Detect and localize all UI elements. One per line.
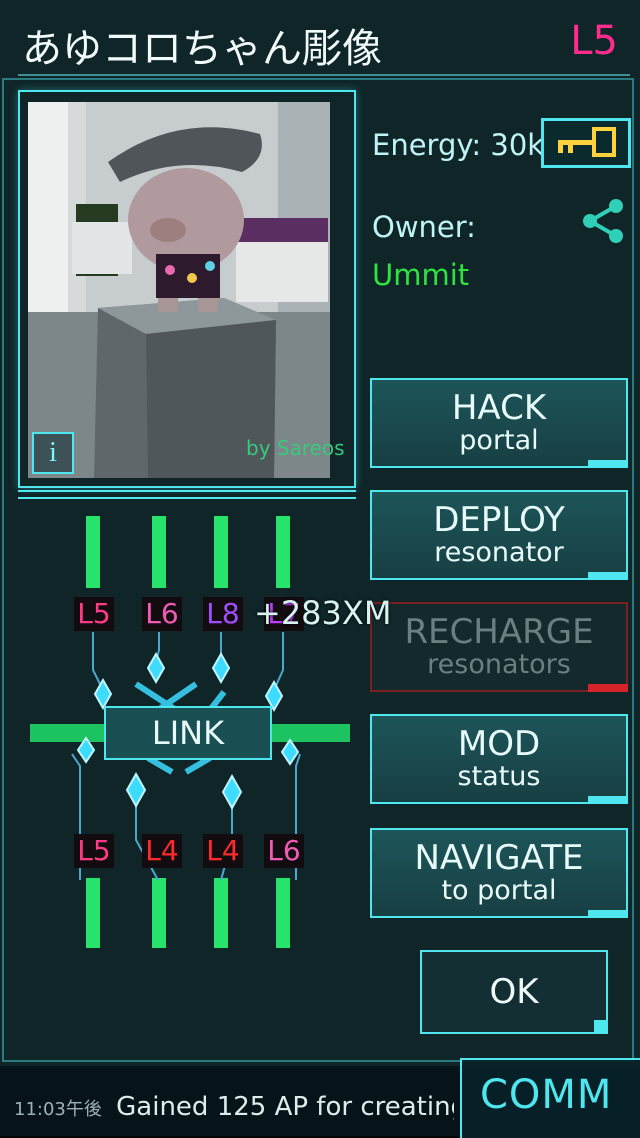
comm-tab-label: COMM — [480, 1072, 613, 1118]
key-button[interactable] — [541, 118, 631, 168]
recharge-button-sublabel: resonators — [427, 649, 571, 680]
hack-button-tab — [588, 460, 628, 468]
navigate-button-sublabel: to portal — [441, 875, 557, 906]
resonator-level-bottom-4: L6 — [264, 834, 304, 868]
comm-message[interactable]: 11:03午後 Gained 125 AP for creating a Res… — [14, 1092, 454, 1122]
mod-button[interactable]: MOD status — [370, 714, 628, 804]
owner-name[interactable]: Ummit — [372, 258, 469, 292]
deploy-button[interactable]: DEPLOY resonator — [370, 490, 628, 580]
mod-button-tab — [588, 796, 628, 804]
resonator-level-top-3: L8 — [203, 597, 243, 631]
comm-time: 11:03午後 — [14, 1099, 102, 1120]
ok-button-label: OK — [489, 972, 539, 1012]
xm-gain-notice: +283XM — [254, 594, 392, 632]
photo-underline — [18, 490, 356, 492]
ok-button[interactable]: OK — [420, 950, 608, 1034]
resonator-level-bottom-3: L4 — [203, 834, 243, 868]
title-divider — [18, 74, 630, 76]
portal-level: L5 — [570, 18, 618, 64]
portal-title: あゆコロちゃん彫像 — [22, 26, 382, 72]
resonator-level-top-1: L5 — [74, 597, 114, 631]
resonator-level-top-2: L6 — [142, 597, 182, 631]
portal-photo[interactable] — [28, 102, 330, 478]
deploy-button-tab — [588, 572, 628, 580]
deploy-button-sublabel: resonator — [434, 537, 564, 568]
recharge-button-label: RECHARGE — [404, 612, 594, 652]
navigate-button-label: NAVIGATE — [414, 838, 584, 878]
hack-button-label: HACK — [451, 388, 547, 428]
ok-button-tab — [594, 1020, 608, 1034]
hack-button-sublabel: portal — [459, 425, 539, 456]
photo-credit: by Sareos — [246, 436, 345, 460]
link-button[interactable]: LINK — [104, 706, 272, 760]
recharge-button[interactable]: RECHARGE resonators — [370, 602, 628, 692]
owner-label: Owner: — [372, 210, 476, 244]
resonator-level-bottom-2: L4 — [142, 834, 182, 868]
info-icon[interactable]: i — [32, 432, 74, 474]
hack-button[interactable]: HACK portal — [370, 378, 628, 468]
mod-button-label: MOD — [457, 724, 541, 764]
navigate-button[interactable]: NAVIGATE to portal — [370, 828, 628, 918]
share-icon[interactable] — [578, 196, 628, 246]
deploy-button-label: DEPLOY — [433, 500, 565, 540]
comm-text: Gained 125 AP for creating a Resonator — [116, 1092, 454, 1122]
photo-underline-secondary — [18, 497, 356, 499]
resonator-level-bottom-1: L5 — [74, 834, 114, 868]
recharge-button-tab — [588, 684, 628, 692]
portal-energy: Energy: 30k — [372, 128, 545, 162]
key-icon — [558, 127, 616, 157]
mod-button-sublabel: status — [457, 761, 541, 792]
navigate-button-tab — [588, 910, 628, 918]
